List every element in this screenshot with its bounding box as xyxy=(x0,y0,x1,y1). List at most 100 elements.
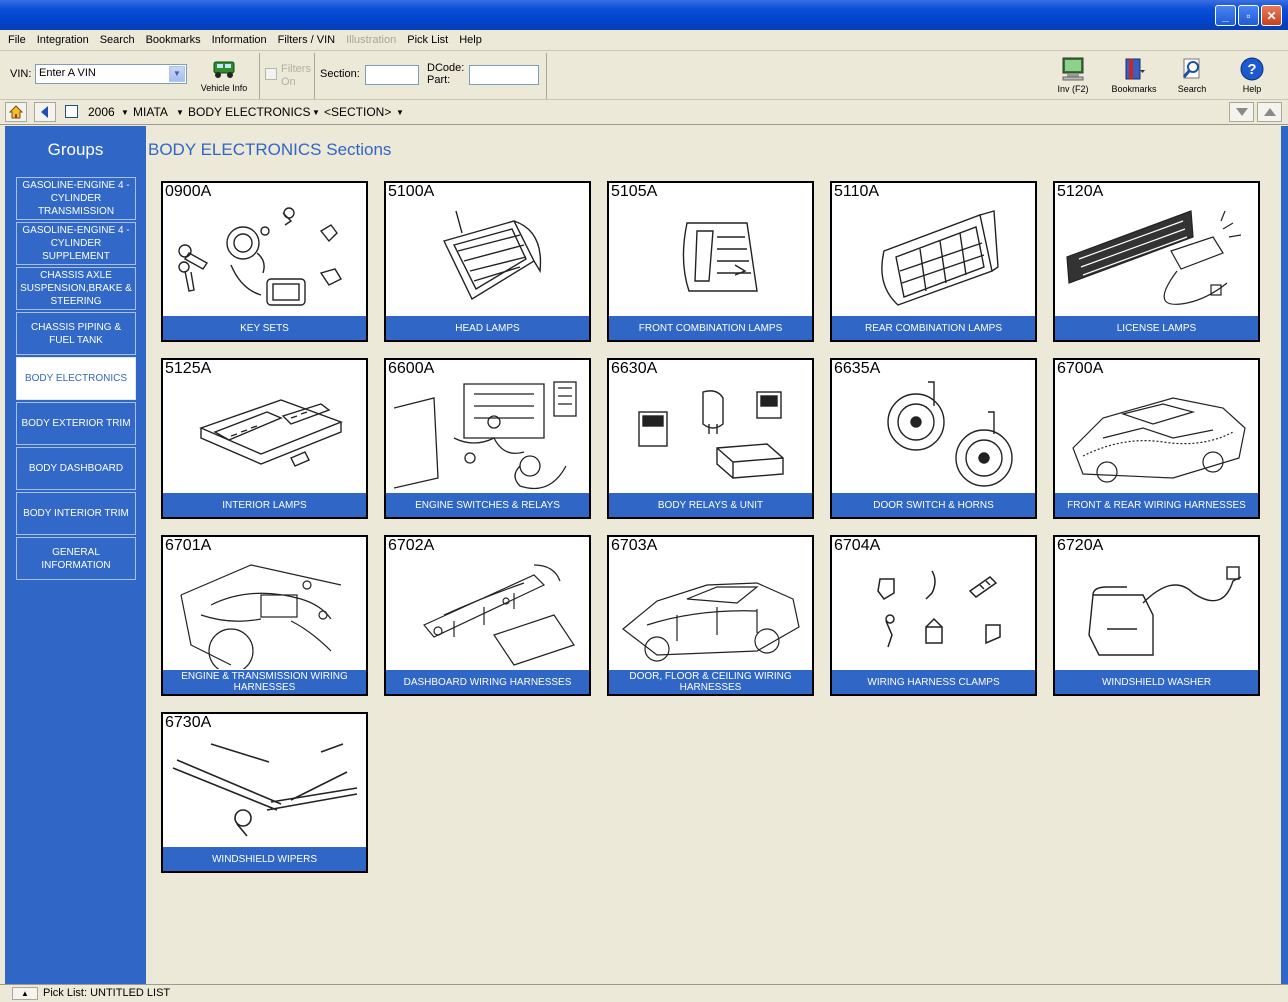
rear-combination-lamps-illustration xyxy=(881,210,999,306)
engine-wiring-illustration xyxy=(180,564,342,669)
section-label: WIRING HARNESS CLAMPS xyxy=(832,670,1035,694)
door-wiring-illustration xyxy=(622,582,800,662)
chevron-down-icon[interactable]: ▼ xyxy=(176,108,184,117)
scroll-down-button[interactable] xyxy=(1229,102,1254,122)
home-button[interactable] xyxy=(5,102,27,122)
window-controls: _ ▫ ✕ xyxy=(1215,5,1282,26)
section-card-5120a[interactable]: 5120A LICENSE LAMPS xyxy=(1053,181,1260,342)
sidebar-item-body-dashboard[interactable]: BODY DASHBOARD xyxy=(16,447,136,490)
menu-bar: File Integration Search Bookmarks Inform… xyxy=(0,30,1288,50)
section-card-5105a[interactable]: 5105A FRONT COMBINATION LAMPS xyxy=(607,181,814,342)
section-card-5100a[interactable]: 5100A HEAD LAMPS xyxy=(384,181,591,342)
menu-bookmarks[interactable]: Bookmarks xyxy=(146,34,201,46)
section-label: DOOR SWITCH & HORNS xyxy=(832,493,1035,517)
section-label: WINDSHIELD WASHER xyxy=(1055,670,1258,694)
section-card-5125a[interactable]: 5125A INTERIOR LAMPS xyxy=(161,358,368,519)
section-card-6701a[interactable]: 6701A ENGINE & TRANSMISSION WIRING HARNE… xyxy=(161,535,368,696)
section-code: 6720A xyxy=(1057,537,1104,554)
section-card-6730a[interactable]: 6730A WINDSHIELD WIPERS xyxy=(161,712,368,873)
bookmarks-button[interactable]: Bookmarks xyxy=(1106,56,1162,94)
section-card-6700a[interactable]: 6700A FRONT & REAR WIRING HARNESSES xyxy=(1053,358,1260,519)
search-button[interactable]: Search xyxy=(1172,56,1212,94)
sidebar-item-body-electronics[interactable]: BODY ELECTRONICS xyxy=(16,357,136,400)
sidebar-item-body-interior-trim[interactable]: BODY INTERIOR TRIM xyxy=(16,492,136,535)
menu-help[interactable]: Help xyxy=(459,34,482,46)
triangle-up-icon xyxy=(1263,108,1276,116)
scroll-up-button[interactable] xyxy=(1257,102,1282,122)
section-card-6720a[interactable]: 6720A WINDSHIELD WASHER xyxy=(1053,535,1260,696)
section-card-5110a[interactable]: 5110A REAR COMBINATION LAMPS xyxy=(830,181,1037,342)
help-button[interactable]: ? Help xyxy=(1232,56,1272,94)
bookmark-icon xyxy=(1125,58,1145,80)
triangle-down-icon xyxy=(1235,108,1248,116)
wiring-car-illustration xyxy=(1072,397,1246,483)
section-label: INTERIOR LAMPS xyxy=(163,493,366,517)
filters-label: Filters On xyxy=(281,63,311,88)
chevron-down-icon[interactable]: ▼ xyxy=(169,66,185,82)
close-button[interactable]: ✕ xyxy=(1261,5,1282,26)
section-label: KEY SETS xyxy=(163,316,366,340)
vehicle-info-button[interactable]: Vehicle Info xyxy=(196,57,252,93)
section-label: ENGINE SWITCHES & RELAYS xyxy=(386,493,589,517)
section-code: 5125A xyxy=(165,360,212,377)
section-card-6704a[interactable]: 6704A WIRING HARNESS CLAMPS xyxy=(830,535,1037,696)
section-input[interactable] xyxy=(365,65,419,85)
chevron-down-icon[interactable]: ▼ xyxy=(312,108,320,117)
menu-file[interactable]: File xyxy=(8,34,26,46)
section-code: 6703A xyxy=(611,537,658,554)
back-button[interactable] xyxy=(34,102,56,122)
section-label: REAR COMBINATION LAMPS xyxy=(832,316,1035,340)
washer-illustration xyxy=(1088,566,1242,656)
sidebar-item-gasoline-engine-transmission[interactable]: GASOLINE-ENGINE 4 -CYLINDER TRANSMISSION xyxy=(16,177,136,220)
section-card-6702a[interactable]: 6702A DASHBOARD WIRING HARNESSES xyxy=(384,535,591,696)
maximize-button[interactable]: ▫ xyxy=(1238,5,1259,26)
bookmarks-label: Bookmarks xyxy=(1111,84,1157,94)
breadcrumb-group[interactable]: BODY ELECTRONICS xyxy=(188,105,310,119)
sidebar-item-gasoline-engine-supplement[interactable]: GASOLINE-ENGINE 4 -CYLINDER SUPPLEMENT xyxy=(16,222,136,265)
chevron-down-icon[interactable]: ▼ xyxy=(396,108,404,117)
dcode-input[interactable] xyxy=(469,65,539,85)
back-arrow-icon xyxy=(41,106,48,118)
sidebar-item-chassis-axle[interactable]: CHASSIS AXLE SUSPENSION,BRAKE & STEERING xyxy=(16,267,136,310)
wipers-illustration xyxy=(172,743,358,837)
key-sets-illustration xyxy=(178,207,342,306)
head-lamps-illustration xyxy=(443,210,542,301)
inv-button[interactable]: Inv (F2) xyxy=(1050,56,1096,94)
sidebar-item-general-information[interactable]: GENERAL INFORMATION xyxy=(16,537,136,580)
breadcrumb-model[interactable]: MIATA xyxy=(133,105,168,119)
groups-title: Groups xyxy=(47,140,104,159)
section-card-6630a[interactable]: 6630A BODY RELAYS & UNIT xyxy=(607,358,814,519)
breadcrumb-year[interactable]: 2006 xyxy=(88,105,115,119)
section-card-6600a[interactable]: 6600A ENGINE SWITCHES & RELAYS xyxy=(384,358,591,519)
toolbar: VIN: Enter A VIN ▼ Vehicle Info Filters … xyxy=(0,50,1288,100)
section-code: 5120A xyxy=(1057,183,1104,200)
menu-search[interactable]: Search xyxy=(100,34,135,46)
section-label: DASHBOARD WIRING HARNESSES xyxy=(386,670,589,694)
menu-filters-vin[interactable]: Filters / VIN xyxy=(278,34,335,46)
menu-integration[interactable]: Integration xyxy=(37,34,89,46)
sidebar-item-body-exterior-trim[interactable]: BODY EXTERIOR TRIM xyxy=(16,402,136,445)
section-label: HEAD LAMPS xyxy=(386,316,589,340)
menu-information[interactable]: Information xyxy=(212,34,267,46)
menu-illustration: Illustration xyxy=(346,34,397,46)
section-label: LICENSE LAMPS xyxy=(1055,316,1258,340)
section-label: BODY RELAYS & UNIT xyxy=(609,493,812,517)
section-label: WINDSHIELD WIPERS xyxy=(163,847,366,871)
breadcrumb-checkbox[interactable] xyxy=(65,105,78,118)
section-card-6635a[interactable]: 6635A DOOR SWITCH & HORNS xyxy=(830,358,1037,519)
help-label: Help xyxy=(1242,84,1262,94)
minimize-button[interactable]: _ xyxy=(1215,5,1236,26)
svg-text:?: ? xyxy=(1247,61,1256,78)
vin-select[interactable]: Enter A VIN ▼ xyxy=(35,64,187,84)
section-card-6703a[interactable]: 6703A DOOR, FLOOR & CEILING WIRING HARNE… xyxy=(607,535,814,696)
chevron-down-icon[interactable]: ▼ xyxy=(121,108,129,117)
menu-pick-list[interactable]: Pick List xyxy=(407,34,448,46)
section-code: 6702A xyxy=(388,537,435,554)
sidebar-item-chassis-piping[interactable]: CHASSIS PIPING & FUEL TANK xyxy=(16,312,136,355)
breadcrumb-section[interactable]: <SECTION> xyxy=(324,105,391,119)
computer-icon xyxy=(1062,57,1084,81)
section-code: 6635A xyxy=(834,360,881,377)
section-card-0900a[interactable]: 0900A KEY SETS xyxy=(161,181,368,342)
pick-list-toggle-button[interactable]: ▲ xyxy=(12,987,38,1000)
dcode-label: DCode: Part: xyxy=(427,62,465,86)
